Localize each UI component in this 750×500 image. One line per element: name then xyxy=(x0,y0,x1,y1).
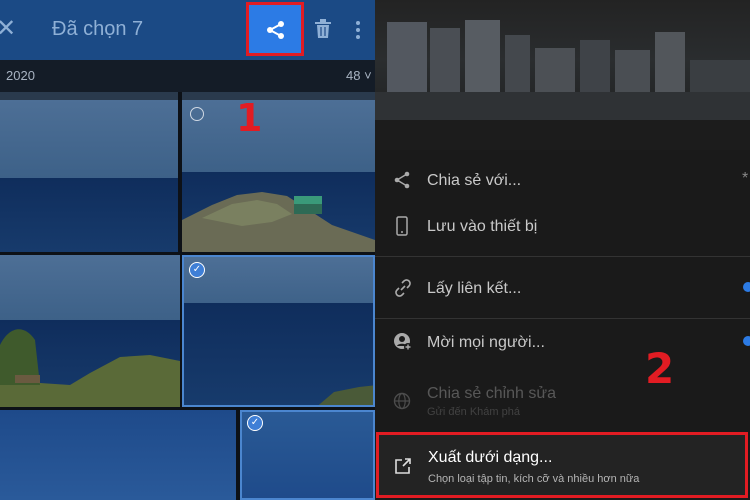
close-icon[interactable]: ✕ xyxy=(0,14,16,44)
menu-item-share-edit: Chia sẻ chỉnh sửa Gửi đến Khám phá xyxy=(375,380,750,420)
menu-item-label: Chia sẻ chỉnh sửa xyxy=(427,385,556,402)
menu-divider xyxy=(375,318,750,319)
trash-icon[interactable] xyxy=(314,19,332,39)
globe-icon xyxy=(393,392,411,410)
photo-thumbnail[interactable] xyxy=(182,92,375,100)
menu-item-label: Lưu vào thiết bị xyxy=(427,218,538,235)
selection-title: Đã chọn 7 xyxy=(52,18,144,40)
menu-item-save-to-device[interactable]: Lưu vào thiết bị xyxy=(375,210,750,244)
add-person-icon xyxy=(394,333,412,351)
menu-divider xyxy=(375,256,750,257)
menu-item-export-as[interactable]: Xuất dưới dạng... Chọn loại tập tin, kíc… xyxy=(376,432,748,498)
selection-circle[interactable] xyxy=(190,107,204,121)
photo-thumbnail[interactable] xyxy=(0,410,236,500)
share-button[interactable] xyxy=(246,2,304,56)
menu-item-get-link[interactable]: Lấy liên kết... xyxy=(375,272,750,306)
menu-item-label: Xuất dưới dạng... xyxy=(428,449,553,466)
photo-thumbnail[interactable]: ✓ xyxy=(182,255,375,407)
menu-item-sublabel: Chọn loại tập tin, kích cỡ và nhiều hơn … xyxy=(428,473,640,485)
selection-header: ✕ Đã chọn 7 xyxy=(0,0,375,60)
selected-check-icon[interactable]: ✓ xyxy=(189,262,205,278)
menu-item-label: Chia sẻ với... xyxy=(427,172,522,189)
photo-thumbnail[interactable] xyxy=(0,92,178,100)
link-icon xyxy=(395,279,411,297)
share-icon xyxy=(394,171,410,189)
photo-thumbnail[interactable] xyxy=(182,100,375,252)
menu-item-sublabel: Gửi đến Khám phá xyxy=(427,406,520,418)
date-year: 2020 xyxy=(6,68,35,83)
toggle-indicator[interactable] xyxy=(743,336,750,346)
photo-count[interactable]: 48 ˅ xyxy=(346,68,372,83)
export-icon xyxy=(395,458,411,474)
toggle-indicator[interactable] xyxy=(743,282,750,292)
menu-item-label: Lấy liên kết... xyxy=(427,280,522,297)
menu-item-invite-people[interactable]: Mời mọi người... xyxy=(375,326,750,360)
step-number-1: 1 xyxy=(236,96,263,140)
menu-item-share-with[interactable]: Chia sẻ với... * xyxy=(375,165,750,197)
selected-check-icon[interactable]: ✓ xyxy=(247,415,263,431)
left-screen: ✕ Đã chọn 7 2020 48 ˅ 1 ✓ ✓ xyxy=(0,0,375,500)
coastline-illustration xyxy=(318,385,373,405)
menu-item-label: Mời mọi người... xyxy=(427,334,545,351)
more-vertical-icon[interactable] xyxy=(355,20,361,40)
right-screen xyxy=(375,0,750,500)
date-bar: 2020 48 ˅ xyxy=(0,60,375,92)
rocky-coast-illustration xyxy=(182,192,375,252)
coast-vegetation-illustration xyxy=(0,329,180,407)
chevron-icon: * xyxy=(742,170,749,187)
photo-thumbnail[interactable]: ✓ xyxy=(240,410,375,500)
phone-icon xyxy=(396,216,408,236)
photo-preview xyxy=(375,0,750,150)
photo-thumbnail[interactable] xyxy=(0,255,180,407)
photo-thumbnail[interactable] xyxy=(0,100,178,252)
share-icon xyxy=(267,21,284,39)
